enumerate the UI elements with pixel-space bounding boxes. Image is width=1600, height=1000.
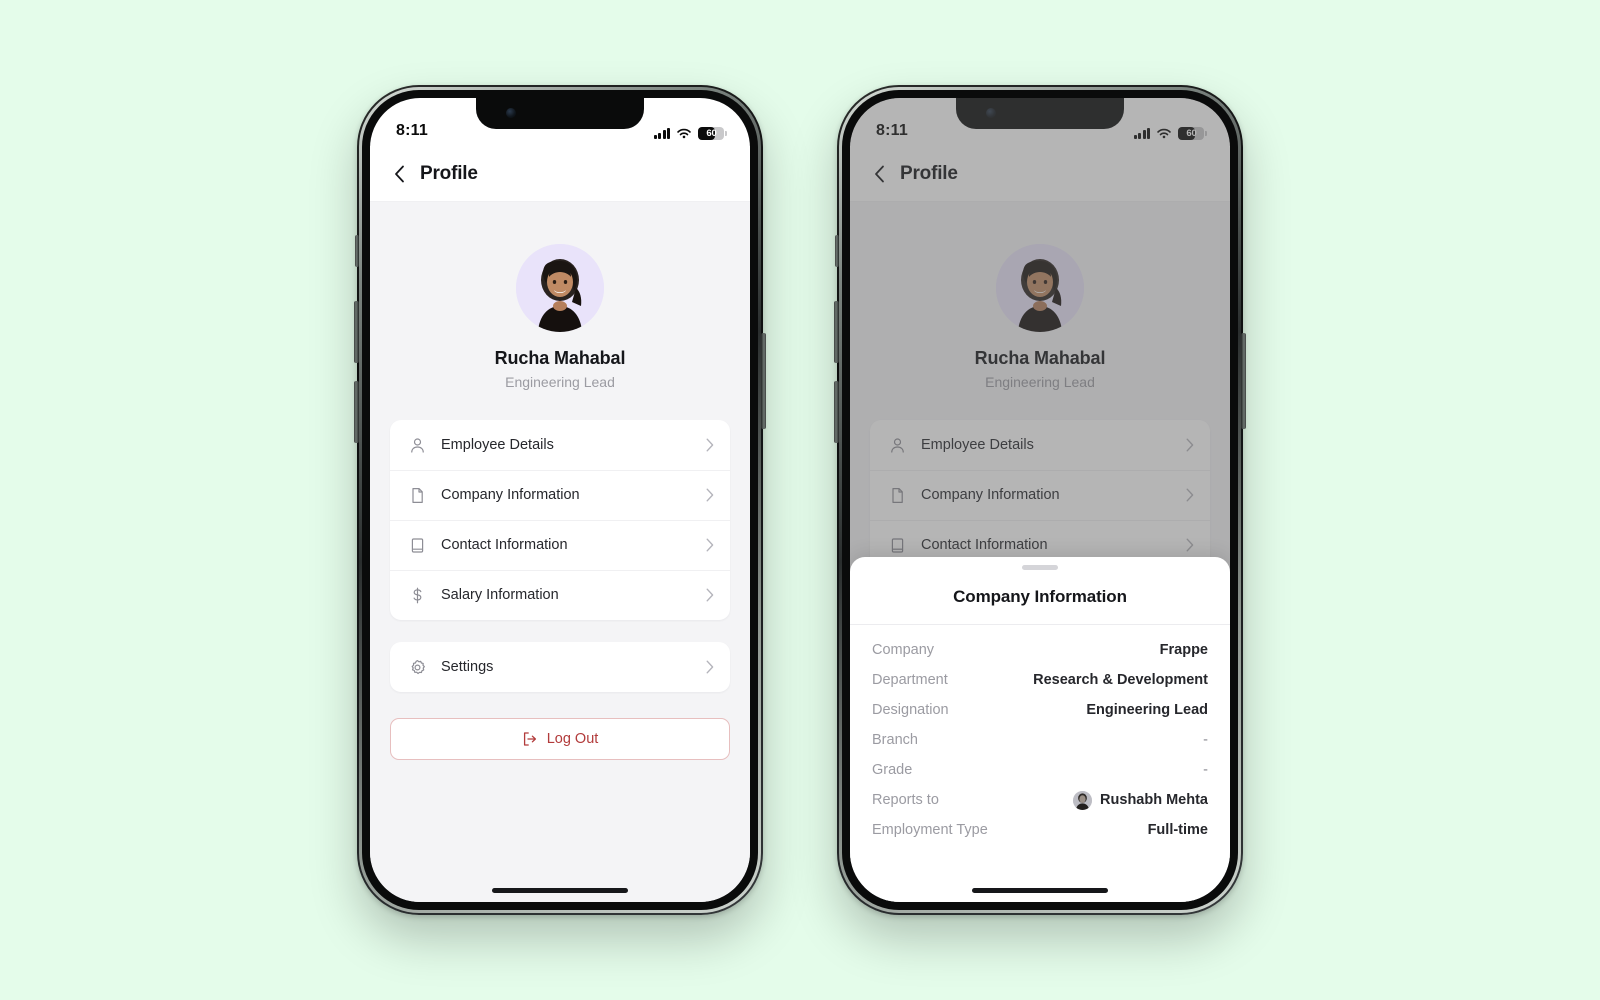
detail-value: Research & Development [1033, 672, 1208, 688]
detail-value: Frappe [1159, 642, 1208, 658]
profile-content: Rucha Mahabal Engineering Lead Employee … [370, 202, 750, 902]
avatar[interactable] [516, 244, 604, 332]
silent-switch[interactable] [355, 235, 359, 267]
detail-value: Engineering Lead [1086, 702, 1208, 718]
profile-header: Rucha Mahabal Engineering Lead [370, 202, 750, 420]
reports-to-avatar [1073, 790, 1093, 810]
phone-right: 8:11 60 Profile Rucha Mahabal Engineerin… [834, 85, 1246, 915]
user-icon [408, 436, 427, 455]
detail-value: Rushabh Mehta [1100, 792, 1208, 808]
detail-key: Reports to [872, 792, 939, 808]
book-icon [408, 536, 427, 555]
chevron-right-icon [706, 488, 714, 502]
menu-card-primary: Employee Details Company Information Con… [390, 420, 730, 620]
status-indicators: 60 [653, 127, 727, 140]
volume-down-button[interactable] [834, 381, 839, 443]
detail-key: Branch [872, 732, 918, 748]
detail-row-grade: Grade - [872, 755, 1208, 785]
nav-scrim [850, 98, 1230, 202]
back-button[interactable] [390, 165, 408, 183]
logout-label: Log Out [546, 731, 599, 747]
detail-value: Full-time [1147, 822, 1208, 838]
detail-key: Grade [872, 762, 913, 778]
menu-item-salary-information[interactable]: Salary Information [390, 570, 730, 620]
volume-up-button[interactable] [354, 301, 359, 363]
silent-switch[interactable] [835, 235, 839, 267]
home-indicator[interactable] [972, 888, 1108, 893]
volume-up-button[interactable] [834, 301, 839, 363]
phone-screen-right: 8:11 60 Profile Rucha Mahabal Engineerin… [850, 98, 1230, 902]
detail-row-company: Company Frappe [872, 635, 1208, 665]
power-button[interactable] [1241, 333, 1246, 429]
front-camera-icon [506, 108, 516, 118]
detail-value: - [1203, 762, 1208, 778]
chevron-left-icon [394, 165, 404, 182]
nav-bar: Profile [370, 146, 750, 202]
wifi-icon [677, 128, 691, 138]
screenshot-canvas: 8:11 60 Profile Rucha Mahabal Engineerin… [0, 0, 1600, 1000]
company-information-sheet: Company Information Company Frappe Depar… [850, 557, 1230, 902]
menu-item-label: Employee Details [441, 437, 554, 453]
detail-row-department: Department Research & Development [872, 665, 1208, 695]
sheet-body: Company Frappe Department Research & Dev… [850, 625, 1230, 845]
chevron-right-icon [706, 588, 714, 602]
menu-item-label: Company Information [441, 487, 580, 503]
chevron-right-icon [706, 438, 714, 452]
gear-icon [408, 658, 427, 677]
home-indicator[interactable] [492, 888, 628, 893]
profile-role: Engineering Lead [505, 374, 615, 390]
power-button[interactable] [761, 333, 766, 429]
menu-item-contact-information[interactable]: Contact Information [390, 520, 730, 570]
cellular-bars-icon [653, 128, 670, 139]
logout-button[interactable]: Log Out [390, 718, 730, 760]
profile-name: Rucha Mahabal [494, 348, 626, 368]
logout-icon [522, 731, 538, 747]
battery-level: 60 [706, 128, 717, 139]
detail-key: Department [872, 672, 948, 688]
volume-down-button[interactable] [354, 381, 359, 443]
status-time: 8:11 [396, 122, 428, 139]
menu-item-label: Salary Information [441, 587, 559, 603]
detail-row-employment-type: Employment Type Full-time [872, 815, 1208, 845]
menu-item-settings[interactable]: Settings [390, 642, 730, 692]
profile-content: Rucha Mahabal Engineering Lead Employee … [850, 202, 1230, 902]
menu-item-employee-details[interactable]: Employee Details [390, 420, 730, 470]
file-icon [408, 486, 427, 505]
phone-screen-left: 8:11 60 Profile Rucha Mahabal Engineerin… [370, 98, 750, 902]
notch [476, 98, 644, 129]
battery-icon: 60 [698, 127, 727, 140]
menu-item-company-information[interactable]: Company Information [390, 470, 730, 520]
detail-row-branch: Branch - [872, 725, 1208, 755]
detail-value: - [1203, 732, 1208, 748]
phone-left: 8:11 60 Profile Rucha Mahabal Engineerin… [354, 85, 766, 915]
menu-item-label: Contact Information [441, 537, 568, 553]
detail-key: Designation [872, 702, 949, 718]
sheet-title: Company Information [850, 570, 1230, 625]
detail-value-group: Rushabh Mehta [1073, 790, 1208, 810]
dollar-icon [408, 586, 427, 605]
chevron-right-icon [706, 660, 714, 674]
detail-key: Company [872, 642, 935, 658]
detail-row-designation: Designation Engineering Lead [872, 695, 1208, 725]
menu-card-secondary: Settings [390, 642, 730, 692]
detail-key: Employment Type [872, 822, 988, 838]
page-title: Profile [420, 162, 478, 184]
avatar-image [516, 244, 604, 332]
chevron-right-icon [706, 538, 714, 552]
menu-item-label: Settings [441, 659, 494, 675]
detail-row-reports-to: Reports to Rushabh Mehta [872, 785, 1208, 815]
